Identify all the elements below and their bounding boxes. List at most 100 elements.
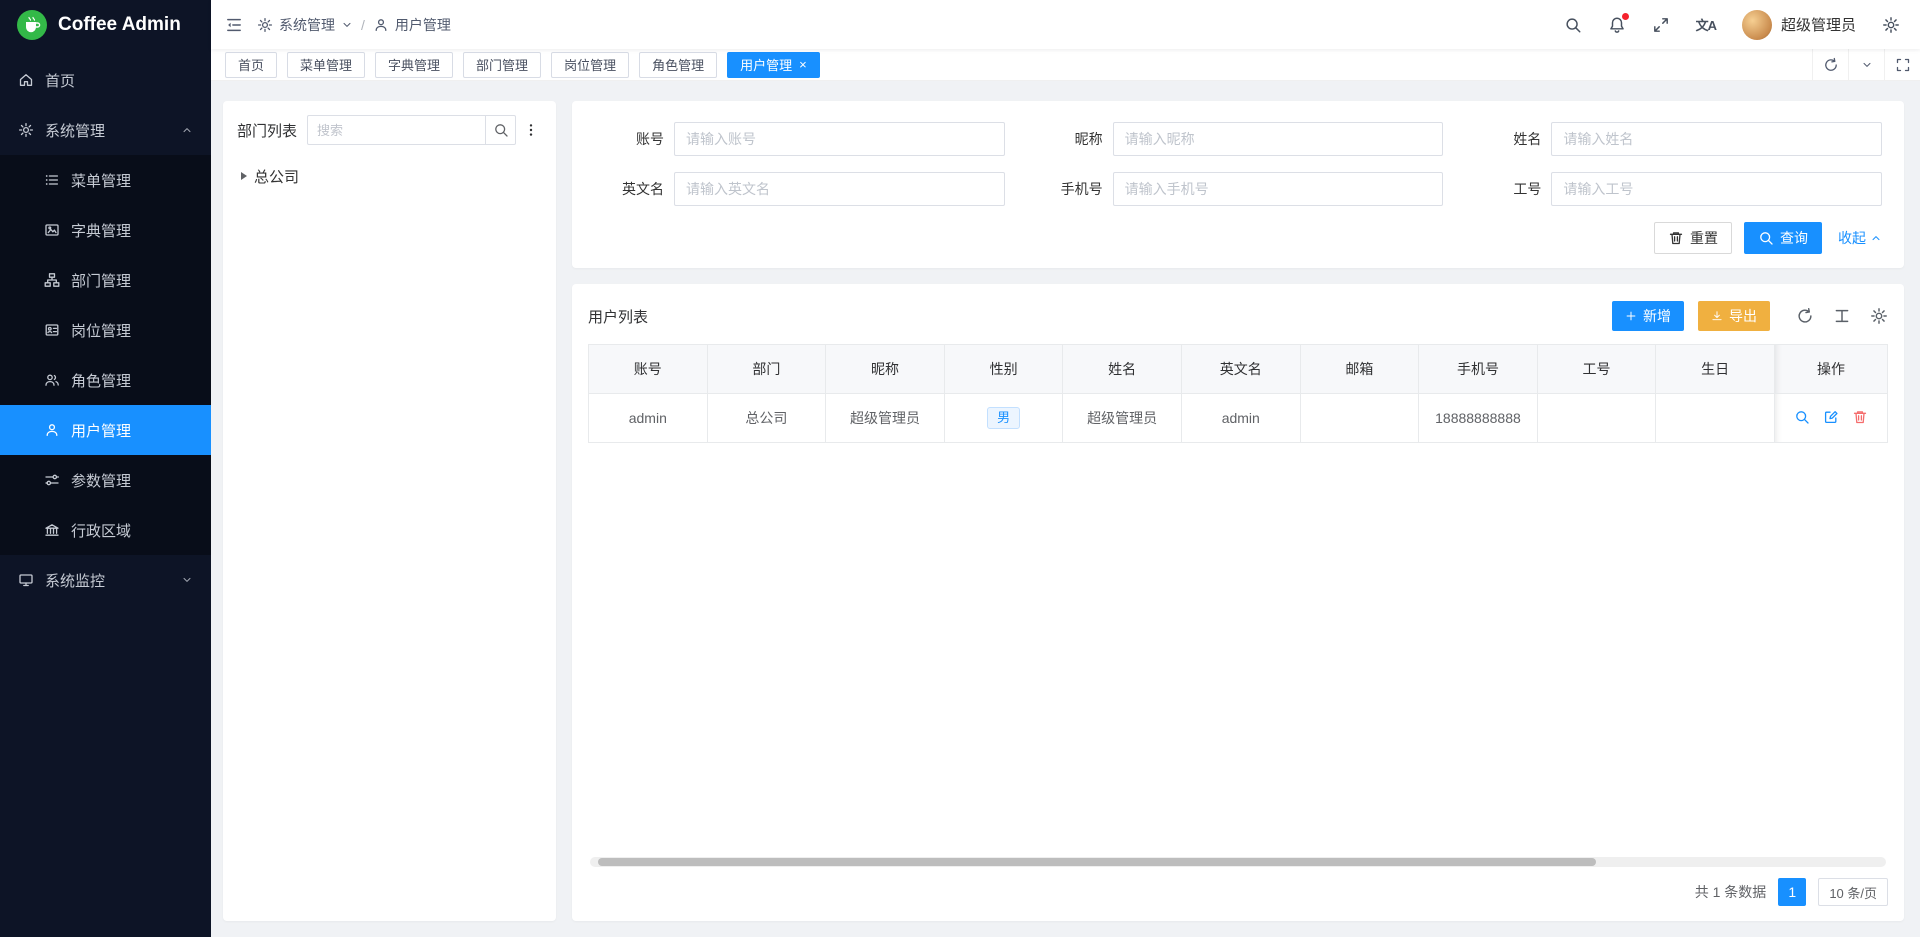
query-label: 查询 — [1780, 228, 1808, 248]
app-logo[interactable]: Coffee Admin — [0, 0, 211, 49]
density-button[interactable] — [1833, 307, 1851, 325]
department-more-button[interactable] — [520, 122, 542, 138]
edit-icon — [1823, 409, 1839, 425]
sidebar-item-system-management[interactable]: 系统管理 — [0, 105, 211, 155]
user-name: 超级管理员 — [1781, 14, 1856, 35]
table-empty-space — [588, 443, 1888, 857]
monitor-icon — [18, 572, 34, 588]
field-label: 英文名 — [594, 179, 674, 199]
people-icon — [44, 372, 60, 388]
field-label: 昵称 — [1033, 129, 1113, 149]
reset-icon — [1668, 230, 1684, 246]
sidebar-item-home[interactable]: 首页 — [0, 55, 211, 105]
notification-button[interactable] — [1608, 16, 1626, 34]
settings-button[interactable] — [1882, 16, 1900, 34]
breadcrumb: 系统管理 / 用户管理 — [257, 15, 451, 35]
department-search-input[interactable] — [307, 115, 486, 145]
top-header: 系统管理 / 用户管理 文A — [211, 0, 1920, 49]
tab-dept-management[interactable]: 部门管理 — [463, 52, 541, 78]
tab-close-icon[interactable]: × — [799, 58, 807, 71]
tab-options-button[interactable] — [1848, 49, 1884, 81]
caret-right-icon[interactable] — [241, 172, 247, 180]
user-menu[interactable]: 超级管理员 — [1742, 10, 1856, 40]
reset-button[interactable]: 重置 — [1654, 222, 1732, 254]
header-left: 系统管理 / 用户管理 — [225, 15, 451, 35]
collapse-sidebar-button[interactable] — [225, 16, 243, 34]
refresh-table-button[interactable] — [1796, 307, 1814, 325]
tab-label: 部门管理 — [476, 55, 528, 74]
fullscreen-button[interactable] — [1652, 16, 1670, 34]
account-input[interactable] — [674, 122, 1005, 156]
query-button[interactable]: 查询 — [1744, 222, 1822, 254]
column-settings-button[interactable] — [1870, 307, 1888, 325]
page-button-1[interactable]: 1 — [1778, 878, 1806, 906]
sidebar-item-label: 菜单管理 — [71, 170, 131, 191]
app-root: Coffee Admin 首页 系统管理 菜单管理 字典管理 — [0, 0, 1920, 937]
tree-node-label: 总公司 — [254, 166, 299, 187]
sidebar-item-user-management[interactable]: 用户管理 — [0, 405, 211, 455]
col-header-phone: 手机号 — [1419, 345, 1538, 394]
search-icon — [1564, 16, 1582, 34]
sidebar-item-param-management[interactable]: 参数管理 — [0, 455, 211, 505]
page-size-select[interactable]: 10 条/页 — [1818, 878, 1888, 906]
sidebar-item-role-management[interactable]: 角色管理 — [0, 355, 211, 405]
menu-fold-icon — [225, 16, 243, 34]
cell-dept: 总公司 — [707, 394, 826, 443]
department-search-button[interactable] — [486, 115, 516, 145]
home-icon — [18, 72, 34, 88]
tab-post-management[interactable]: 岗位管理 — [551, 52, 629, 78]
job-no-input[interactable] — [1551, 172, 1882, 206]
tab-menu-management[interactable]: 菜单管理 — [287, 52, 365, 78]
avatar — [1742, 10, 1772, 40]
tab-home[interactable]: 首页 — [225, 52, 277, 78]
collapse-filter-link[interactable]: 收起 — [1838, 228, 1882, 248]
phone-input[interactable] — [1113, 172, 1444, 206]
content-fullscreen-button[interactable] — [1884, 49, 1920, 81]
sidebar-item-system-monitor[interactable]: 系统监控 — [0, 555, 211, 605]
filter-field-english-name: 英文名 — [594, 172, 1005, 206]
cell-phone: 18888888888 — [1419, 394, 1538, 443]
tab-user-management[interactable]: 用户管理 × — [727, 52, 820, 78]
cell-email — [1300, 394, 1419, 443]
bank-icon — [44, 522, 60, 538]
breadcrumb-system-management[interactable]: 系统管理 — [279, 15, 335, 35]
horizontal-scrollbar-thumb[interactable] — [598, 858, 1596, 866]
tree-node-head-office[interactable]: 总公司 — [237, 161, 542, 191]
reset-label: 重置 — [1690, 228, 1718, 248]
refresh-tab-button[interactable] — [1812, 49, 1848, 81]
sidebar-item-admin-region[interactable]: 行政区域 — [0, 505, 211, 555]
global-search-button[interactable] — [1564, 16, 1582, 34]
department-panel-title: 部门列表 — [237, 120, 297, 141]
table-header-row: 账号 部门 昵称 性别 姓名 英文名 邮箱 手机号 工号 生日 操作 — [589, 345, 1888, 394]
language-switch-button[interactable]: 文A — [1696, 15, 1716, 34]
nickname-input[interactable] — [1113, 122, 1444, 156]
tab-label: 用户管理 — [740, 55, 792, 74]
delete-button[interactable] — [1852, 409, 1868, 425]
sidebar-item-dict-management[interactable]: 字典管理 — [0, 205, 211, 255]
download-icon — [1711, 310, 1723, 322]
tab-label: 菜单管理 — [300, 55, 352, 74]
edit-button[interactable] — [1823, 409, 1839, 425]
department-search — [307, 115, 516, 145]
name-input[interactable] — [1551, 122, 1882, 156]
tab-role-management[interactable]: 角色管理 — [639, 52, 717, 78]
sidebar-item-menu-management[interactable]: 菜单管理 — [0, 155, 211, 205]
user-list-header: 用户列表 新增 导出 — [588, 294, 1888, 338]
sidebar-item-post-management[interactable]: 岗位管理 — [0, 305, 211, 355]
tab-dict-management[interactable]: 字典管理 — [375, 52, 453, 78]
sidebar-menu: 首页 系统管理 菜单管理 字典管理 部门管理 — [0, 49, 211, 937]
add-user-button[interactable]: 新增 — [1612, 301, 1684, 331]
sidebar-item-label: 系统管理 — [45, 120, 105, 141]
export-button[interactable]: 导出 — [1698, 301, 1770, 331]
col-header-english-name: 英文名 — [1181, 345, 1300, 394]
view-button[interactable] — [1794, 409, 1810, 425]
breadcrumb-user-management[interactable]: 用户管理 — [395, 15, 451, 35]
fullscreen-icon — [1652, 16, 1670, 34]
sidebar-item-label: 字典管理 — [71, 220, 131, 241]
english-name-input[interactable] — [674, 172, 1005, 206]
user-list-toolbar: 新增 导出 — [1612, 301, 1888, 331]
col-header-nickname: 昵称 — [826, 345, 945, 394]
filter-card: 账号 昵称 姓名 英文名 — [572, 101, 1904, 268]
tab-label: 角色管理 — [652, 55, 704, 74]
sidebar-item-dept-management[interactable]: 部门管理 — [0, 255, 211, 305]
